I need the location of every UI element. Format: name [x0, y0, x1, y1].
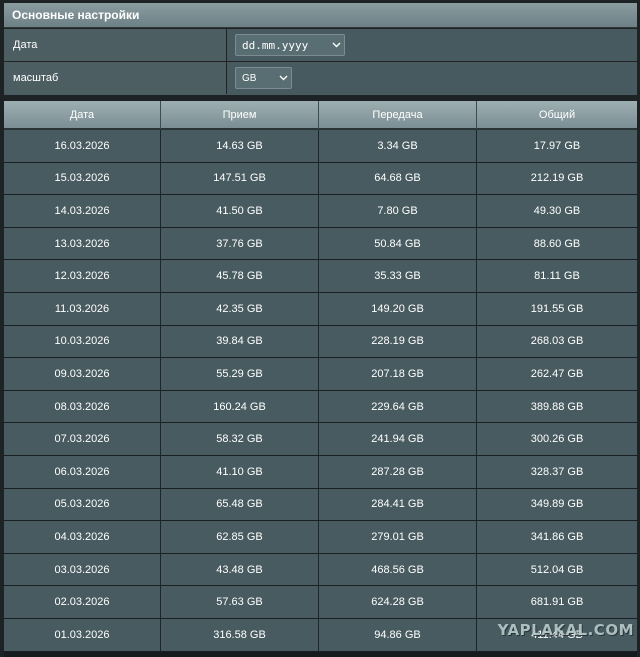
cell-date: 12.03.2026: [4, 260, 161, 293]
settings-title: Основные настройки: [4, 3, 637, 28]
cell-total: 17.97 GB: [477, 130, 637, 163]
cell-sent: 94.86 GB: [319, 618, 477, 652]
cell-total: 349.89 GB: [477, 488, 637, 522]
cell-date: 08.03.2026: [4, 390, 161, 424]
cell-sent: 149.20 GB: [319, 292, 477, 326]
cell-sent: 468.56 GB: [319, 553, 477, 587]
cell-total: 212.19 GB: [477, 162, 637, 196]
cell-total: 268.03 GB: [477, 325, 637, 359]
table-row: 09.03.2026 55.29 GB 207.18 GB 262.47 GB: [4, 358, 637, 391]
cell-date: 15.03.2026: [4, 162, 161, 196]
scale-select-value: GB: [242, 72, 257, 84]
cell-date: 05.03.2026: [4, 488, 161, 522]
table-row: 06.03.2026 41.10 GB 287.28 GB 328.37 GB: [4, 455, 637, 489]
table-row: 08.03.2026 160.24 GB 229.64 GB 389.88 GB: [4, 390, 637, 424]
table-row: 10.03.2026 39.84 GB 228.19 GB 268.03 GB: [4, 325, 637, 359]
table-row: 02.03.2026 57.63 GB 624.28 GB 681.91 GB: [4, 586, 637, 619]
cell-received: 14.63 GB: [161, 130, 319, 163]
cell-sent: 3.34 GB: [319, 130, 477, 163]
cell-sent: 624.28 GB: [319, 586, 477, 619]
cell-date: 01.03.2026: [4, 618, 161, 652]
scale-select[interactable]: GB: [235, 67, 292, 89]
date-label: Дата: [4, 29, 227, 61]
header-date[interactable]: Дата: [4, 101, 161, 130]
table-row: 15.03.2026 147.51 GB 64.68 GB 212.19 GB: [4, 162, 637, 196]
cell-total: 300.26 GB: [477, 423, 637, 456]
cell-date: 13.03.2026: [4, 227, 161, 261]
cell-total: 681.91 GB: [477, 586, 637, 619]
traffic-table: Дата Прием Передача Общий 16.03.2026 14.6…: [4, 101, 637, 652]
cell-sent: 287.28 GB: [319, 455, 477, 489]
header-total[interactable]: Общий: [477, 101, 637, 130]
cell-total: 389.88 GB: [477, 390, 637, 424]
cell-total: 49.30 GB: [477, 195, 637, 228]
table-body: 16.03.2026 14.63 GB 3.34 GB 17.97 GB 15.03.2…: [4, 130, 637, 652]
date-setting-row: Дата dd.mm.yyyy: [4, 28, 637, 61]
cell-received: 37.76 GB: [161, 227, 319, 261]
cell-received: 65.48 GB: [161, 488, 319, 522]
cell-total: 262.47 GB: [477, 358, 637, 391]
cell-received: 45.78 GB: [161, 260, 319, 293]
cell-received: 57.63 GB: [161, 586, 319, 619]
table-row: 07.03.2026 58.32 GB 241.94 GB 300.26 GB: [4, 423, 637, 456]
cell-date: 14.03.2026: [4, 195, 161, 228]
cell-received: 39.84 GB: [161, 325, 319, 359]
cell-sent: 7.80 GB: [319, 195, 477, 228]
cell-sent: 35.33 GB: [319, 260, 477, 293]
cell-sent: 284.41 GB: [319, 488, 477, 522]
cell-date: 03.03.2026: [4, 553, 161, 587]
chevron-down-icon: [275, 73, 291, 84]
cell-date: 02.03.2026: [4, 586, 161, 619]
cell-received: 147.51 GB: [161, 162, 319, 196]
table-header-row: Дата Прием Передача Общий: [4, 101, 637, 130]
cell-received: 41.50 GB: [161, 195, 319, 228]
watermark: YAPLAKAL.COM: [497, 621, 634, 639]
date-select[interactable]: dd.mm.yyyy: [235, 34, 345, 56]
cell-date: 10.03.2026: [4, 325, 161, 359]
cell-date: 16.03.2026: [4, 130, 161, 163]
cell-received: 41.10 GB: [161, 455, 319, 489]
table-row: 14.03.2026 41.50 GB 7.80 GB 49.30 GB: [4, 195, 637, 228]
cell-total: 328.37 GB: [477, 455, 637, 489]
cell-sent: 50.84 GB: [319, 227, 477, 261]
cell-sent: 64.68 GB: [319, 162, 477, 196]
cell-sent: 207.18 GB: [319, 358, 477, 391]
scale-label: масштаб: [4, 62, 227, 94]
cell-total: 341.86 GB: [477, 521, 637, 554]
cell-sent: 241.94 GB: [319, 423, 477, 456]
table-row: 03.03.2026 43.48 GB 468.56 GB 512.04 GB: [4, 553, 637, 587]
chevron-down-icon: [328, 40, 344, 51]
table-row: 05.03.2026 65.48 GB 284.41 GB 349.89 GB: [4, 488, 637, 522]
table-row: 12.03.2026 45.78 GB 35.33 GB 81.11 GB: [4, 260, 637, 293]
cell-total: 81.11 GB: [477, 260, 637, 293]
cell-sent: 228.19 GB: [319, 325, 477, 359]
date-select-value: dd.mm.yyyy: [242, 38, 309, 52]
traffic-table-container: Дата Прием Передача Общий 16.03.2026 14.6…: [4, 101, 637, 657]
cell-total: 88.60 GB: [477, 227, 637, 261]
cell-date: 06.03.2026: [4, 455, 161, 489]
cell-received: 62.85 GB: [161, 521, 319, 554]
table-row: 11.03.2026 42.35 GB 149.20 GB 191.55 GB: [4, 292, 637, 326]
cell-received: 42.35 GB: [161, 292, 319, 326]
cell-date: 11.03.2026: [4, 292, 161, 326]
cell-date: 07.03.2026: [4, 423, 161, 456]
settings-panel: Основные настройки Дата dd.mm.yyyy масшт…: [4, 3, 637, 95]
cell-received: 43.48 GB: [161, 553, 319, 587]
cell-received: 160.24 GB: [161, 390, 319, 424]
scale-setting-row: масштаб GB: [4, 61, 637, 94]
cell-total: 191.55 GB: [477, 292, 637, 326]
cell-date: 09.03.2026: [4, 358, 161, 391]
cell-received: 58.32 GB: [161, 423, 319, 456]
table-row: 04.03.2026 62.85 GB 279.01 GB 341.86 GB: [4, 521, 637, 554]
table-row: 13.03.2026 37.76 GB 50.84 GB 88.60 GB: [4, 227, 637, 261]
cell-total: 512.04 GB: [477, 553, 637, 587]
cell-received: 55.29 GB: [161, 358, 319, 391]
header-sent[interactable]: Передача: [319, 101, 477, 130]
table-row: 16.03.2026 14.63 GB 3.34 GB 17.97 GB: [4, 130, 637, 163]
cell-sent: 229.64 GB: [319, 390, 477, 424]
header-received[interactable]: Прием: [161, 101, 319, 130]
cell-sent: 279.01 GB: [319, 521, 477, 554]
cell-date: 04.03.2026: [4, 521, 161, 554]
cell-received: 316.58 GB: [161, 618, 319, 652]
